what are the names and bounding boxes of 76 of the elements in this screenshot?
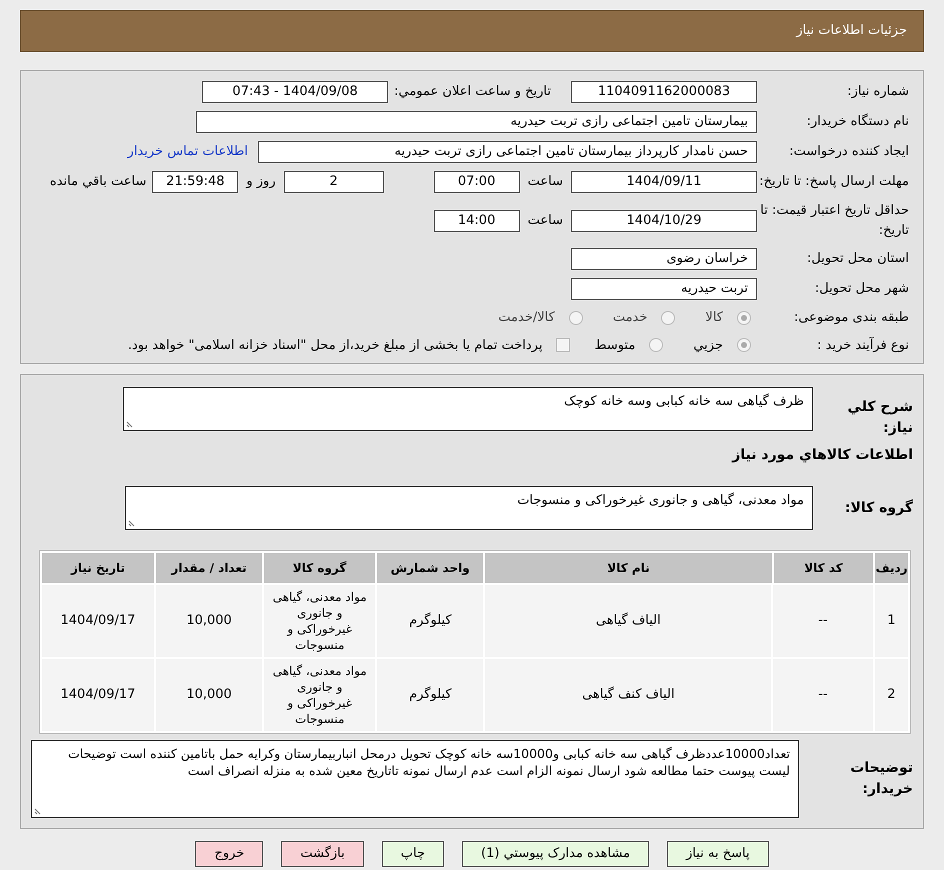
section-heading: اطلاعات کالاهاي مورد نیاز	[732, 446, 914, 465]
text-area[interactable]: تعداد10000عددظرف گیاهی سه خانه کبابی و10000سه خانه کوچک تحویل درمحل انباربیمارستان وکرایه حمل باتامین کننده است توضیحات لیست پیوست حتما مطالعه شود ارسال نمونه الزام است عدم ارسال نمونه تاتاریخ معین شده به منزله انصراف است	[31, 740, 799, 818]
radio-button[interactable]	[661, 310, 676, 325]
radio-button[interactable]	[737, 338, 751, 352]
field-label: مهلت ارسال پاسخ: تا تاریخ:	[758, 173, 910, 192]
text-field[interactable]: 07:00	[434, 171, 520, 193]
field-label: تاريخ و ساعت اعلان عمومي:	[394, 83, 551, 102]
text-field[interactable]: 14:00	[434, 210, 520, 232]
field-label: شرح کلي نیاز:	[846, 398, 914, 438]
contact-link[interactable]: اطلاعات تماس خریدار	[128, 142, 248, 162]
text-field[interactable]: حسن نامدار کارپرداز بیمارستان تامین اجتماعی رازی تربت حیدریه	[258, 141, 757, 163]
payment-note: پرداخت تمام یا بخشی از مبلغ خرید،از محل "اسناد خزانه اسلامی" خواهد بود.	[128, 336, 542, 354]
table-cell: الیاف کنف گیاهی	[485, 659, 772, 731]
field-label: گروه کالا:	[844, 498, 914, 518]
column-header: واحد شمارش	[377, 553, 484, 583]
text-area[interactable]: ظرف گیاهی سه خانه کبابی وسه خانه کوچک	[123, 387, 813, 431]
table-cell: 1	[874, 585, 908, 657]
resize-grip-icon	[34, 807, 42, 815]
column-header: ردیف	[875, 553, 908, 583]
table-cell: کیلوگرم	[377, 585, 484, 657]
table-cell: الیاف گیاهی	[485, 585, 772, 657]
table-cell: مواد معدنی، گیاهی و جانوری غیرخوراکی و منسوجات	[264, 659, 376, 731]
radio-label: جزيي	[693, 336, 723, 354]
radio-button[interactable]	[737, 310, 751, 325]
text-field[interactable]: 1404/09/08 - 07:43	[202, 81, 388, 103]
table-cell: 1404/09/17	[42, 585, 154, 657]
table-cell: 10,000	[156, 659, 262, 731]
field-label: استان محل تحویل:	[806, 250, 910, 268]
checkbox[interactable]	[556, 338, 570, 352]
text-field[interactable]: 1104091162000083	[571, 81, 757, 103]
text-field[interactable]: تربت حیدریه	[571, 278, 757, 300]
table-cell: مواد معدنی، گیاهی و جانوری غیرخوراکی و منسوجات	[264, 585, 376, 657]
text-field[interactable]: 2	[284, 171, 384, 193]
field-label: شماره نیاز:	[846, 83, 910, 102]
radio-button[interactable]	[568, 310, 583, 325]
table-cell: --	[773, 659, 873, 731]
column-header: گروه کالا	[264, 553, 376, 583]
field-label: ساعت باقي مانده	[50, 173, 146, 192]
field-label: حداقل تاریخ اعتبار قیمت: تا تاریخ:	[759, 202, 910, 240]
radio-label: متوسط	[594, 336, 636, 354]
text-area[interactable]: مواد معدنی، گیاهی و جانوری غیرخوراکی و منسوجات	[125, 486, 813, 530]
countdown-field[interactable]: 21:59:48	[152, 171, 238, 193]
field-label: نام دستگاه خریدار:	[806, 112, 910, 132]
radio-label: کالا	[705, 309, 723, 327]
action-button[interactable]: چاپ	[382, 841, 444, 867]
column-header: تعداد / مقدار	[156, 553, 262, 583]
resize-grip-icon	[126, 420, 134, 428]
field-label: ساعت	[528, 173, 563, 192]
column-header: تاریخ نیاز	[42, 553, 154, 583]
field-label: طبقه بندی موضوعی:	[792, 309, 910, 327]
table-cell: 2	[874, 659, 908, 731]
field-label: روز و	[246, 173, 276, 192]
text-field[interactable]: 1404/10/29	[571, 210, 757, 232]
action-button[interactable]: پاسخ به نیاز	[667, 841, 769, 867]
column-header: نام کالا	[485, 553, 772, 583]
table-cell: 1404/09/17	[42, 659, 154, 731]
table-cell: 10,000	[156, 585, 262, 657]
action-button[interactable]: مشاهده مدارک پیوستي (1)	[462, 841, 650, 867]
field-label: ساعت	[528, 212, 563, 230]
radio-label: کالا/خدمت	[498, 309, 555, 327]
resize-grip-icon	[128, 519, 136, 527]
field-label: توضیحات خریدار:	[849, 759, 914, 799]
text-field[interactable]: 1404/09/11	[571, 171, 757, 193]
field-label: ایجاد کننده درخواست:	[788, 143, 910, 162]
action-button[interactable]: خروج	[195, 841, 264, 867]
page-title: جزئیات اطلاعات نیاز	[796, 22, 907, 40]
radio-label: خدمت	[612, 309, 648, 327]
text-field[interactable]: خراسان رضوی	[571, 248, 757, 270]
radio-button[interactable]	[649, 338, 664, 352]
action-button[interactable]: بازگشت	[281, 841, 364, 867]
field-label: شهر محل تحویل:	[814, 280, 910, 298]
column-header: کد کالا	[774, 553, 874, 583]
text-field[interactable]: بیمارستان تامین اجتماعی رازی تربت حیدریه	[196, 111, 757, 133]
table-cell: کیلوگرم	[377, 659, 484, 731]
field-label: نوع فرآیند خرید :	[816, 336, 910, 354]
table-cell: --	[773, 585, 873, 657]
